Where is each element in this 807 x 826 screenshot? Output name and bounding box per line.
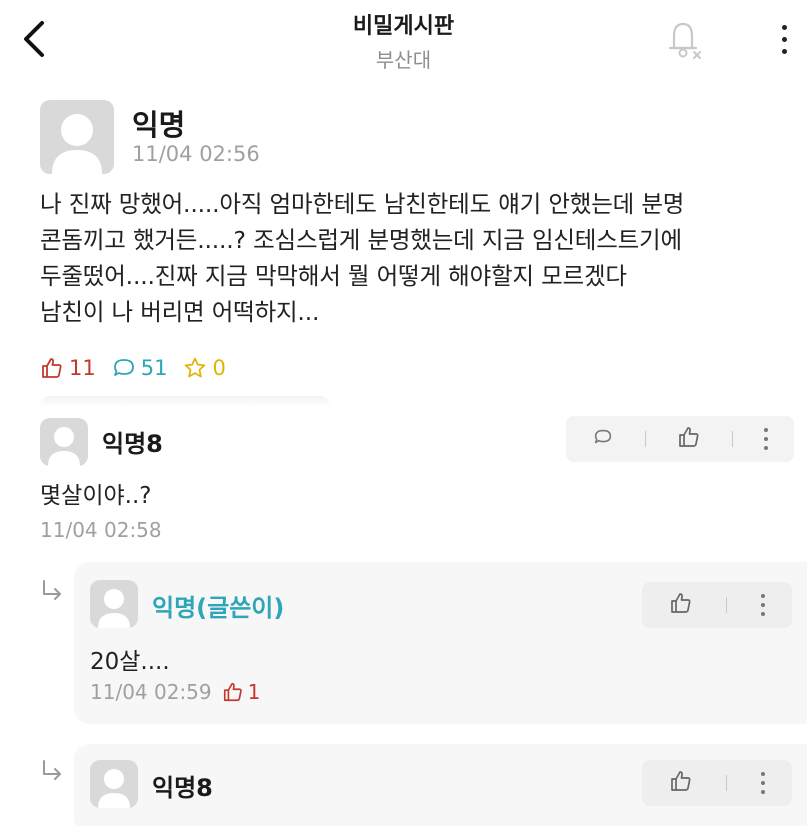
comment-more-button[interactable] <box>764 428 769 450</box>
thumbs-up-icon <box>670 593 691 613</box>
thumbs-up-icon <box>223 682 242 702</box>
more-dot <box>764 428 769 432</box>
post-scrap-count: 0 <box>183 356 226 380</box>
comment-action-bar <box>566 416 794 462</box>
reply-like-button[interactable] <box>669 769 693 797</box>
comment-count-value: 51 <box>140 356 168 380</box>
reply-author-avatar <box>90 760 138 808</box>
more-dot <box>761 603 766 607</box>
scrap-count-value: 0 <box>212 356 226 380</box>
speech-bubble-icon <box>594 429 611 444</box>
reply-like-count: 1 <box>222 680 261 704</box>
notification-button[interactable] <box>660 16 706 62</box>
post-timestamp: 11/04 02:56 <box>132 142 260 166</box>
star-icon <box>185 357 206 378</box>
reply-author-name: 익명8 <box>152 774 213 802</box>
more-dot <box>761 594 766 598</box>
post-stats: 11 51 0 <box>40 354 226 382</box>
reply-timestamp: 11/04 02:59 <box>90 680 212 704</box>
reply-action-bar <box>642 760 792 806</box>
post-body: 나 진짜 망했어.....아직 엄마한테도 남친한테도 얘기 안했는데 분명 콘… <box>40 190 685 326</box>
section-divider <box>40 396 330 406</box>
action-separator <box>644 431 646 447</box>
more-options-button[interactable] <box>772 14 796 64</box>
thumbs-up-icon <box>670 771 691 791</box>
post-author-avatar <box>40 100 114 174</box>
comment-author-name: 익명8 <box>102 430 163 458</box>
action-separator <box>726 775 728 791</box>
post-comment-count: 51 <box>112 356 168 380</box>
action-separator <box>726 597 728 613</box>
more-dot <box>781 48 787 54</box>
more-dot <box>761 781 766 785</box>
like-count-value: 11 <box>69 356 96 380</box>
speech-bubble-icon <box>113 359 134 376</box>
reply-like-value: 1 <box>247 680 261 704</box>
thumbs-up-icon <box>679 427 699 447</box>
reply-meta: 11/04 02:59 1 <box>90 680 260 704</box>
reply-like-button[interactable] <box>669 591 693 619</box>
more-dot <box>781 24 787 30</box>
reply-body: 20살.... <box>90 649 170 675</box>
more-dot <box>764 437 769 441</box>
post-author-name: 익명 <box>132 108 186 142</box>
comment-like-button[interactable] <box>677 425 701 453</box>
comment-body: 몇살이야..? <box>40 483 152 509</box>
top-bar: 비밀게시판 부산대 <box>0 0 807 80</box>
thumbs-up-icon <box>42 358 62 378</box>
bell-off-icon <box>668 22 701 59</box>
reply-more-button[interactable] <box>761 772 766 794</box>
reply-button[interactable] <box>592 426 614 452</box>
reply-author-name: 익명(글쓴이) <box>152 594 285 622</box>
reply-action-bar <box>642 582 792 628</box>
reply-arrow-icon <box>40 578 66 610</box>
action-separator <box>732 431 734 447</box>
reply-author-avatar <box>90 580 138 628</box>
post-like-count: 11 <box>40 356 96 380</box>
more-dot <box>781 36 787 42</box>
comment-timestamp: 11/04 02:58 <box>40 518 162 542</box>
comment-author-avatar <box>40 418 88 466</box>
more-dot <box>764 446 769 450</box>
more-dot <box>761 790 766 794</box>
reply-more-button[interactable] <box>761 594 766 616</box>
more-dot <box>761 612 766 616</box>
more-dot <box>761 772 766 776</box>
reply-arrow-icon <box>40 758 66 790</box>
